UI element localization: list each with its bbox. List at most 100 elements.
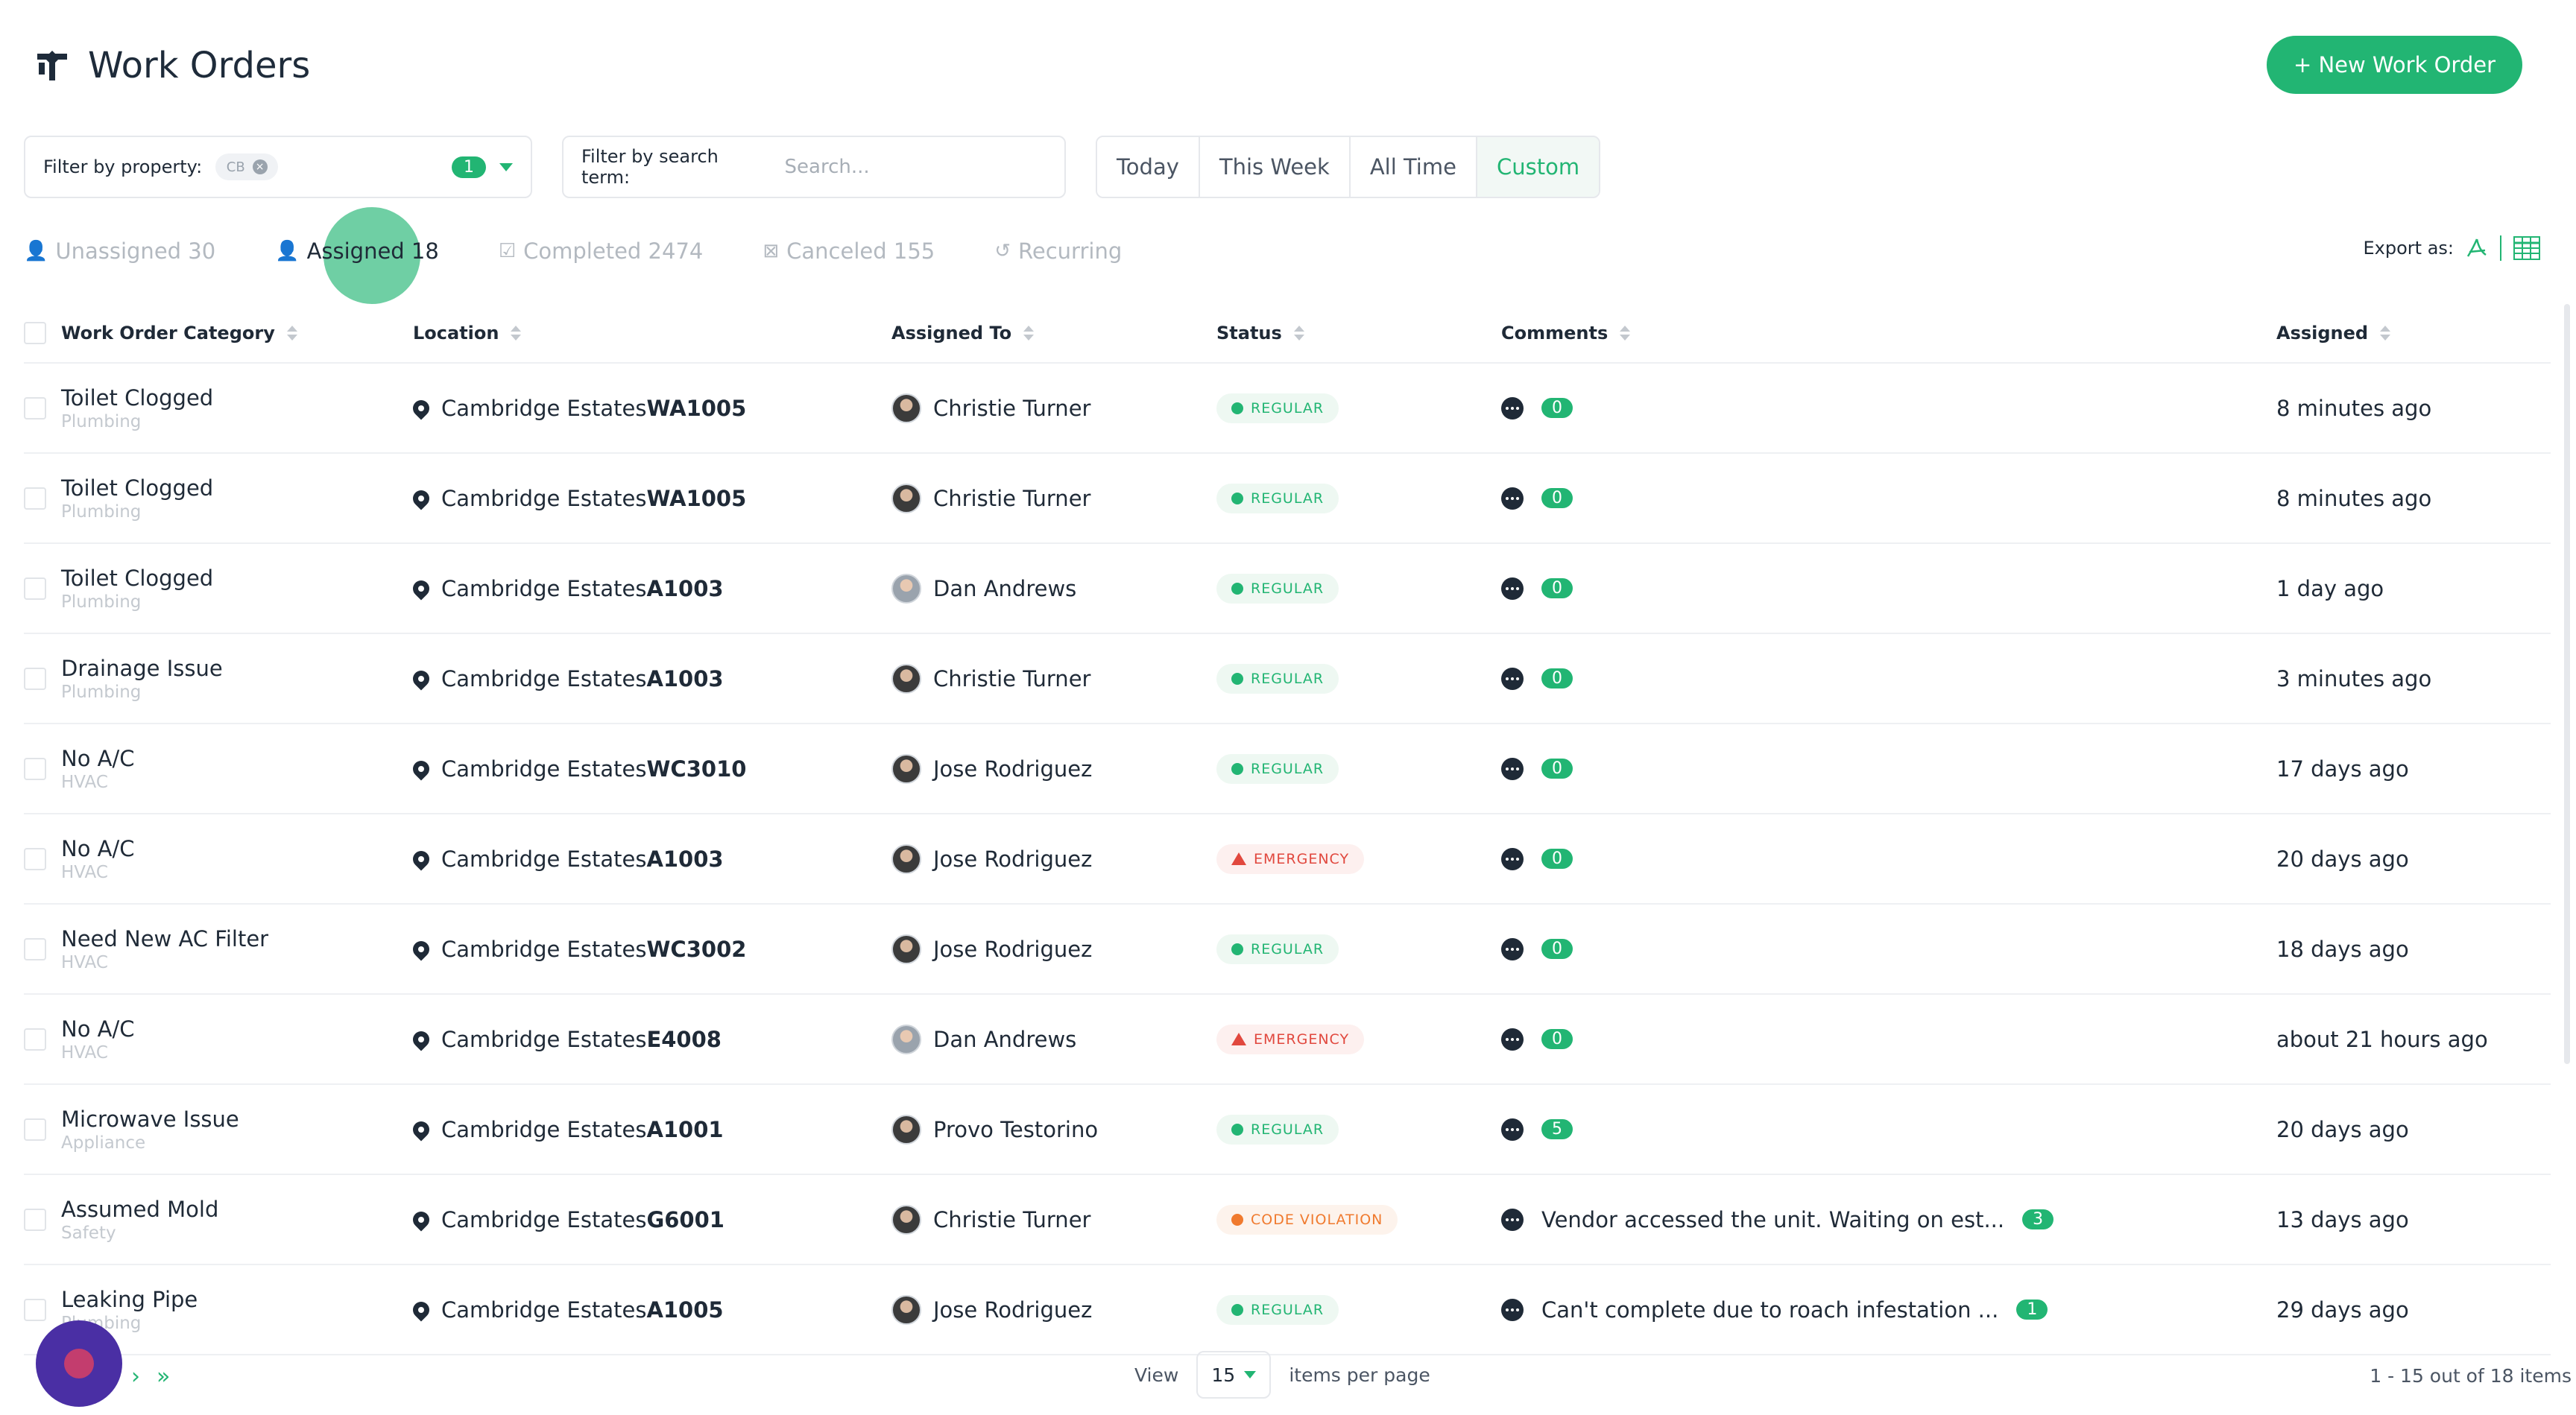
status-label: CODE VIOLATION bbox=[1251, 1211, 1383, 1228]
unit-number: WA1005 bbox=[646, 395, 747, 421]
row-checkbox-cell bbox=[24, 937, 61, 960]
tab-canceled[interactable]: ⊠ Canceled 155 bbox=[763, 238, 935, 264]
comments-cell[interactable]: 0 bbox=[1501, 667, 2276, 690]
sort-icon[interactable] bbox=[2380, 326, 2391, 341]
property-name: Cambridge Estates bbox=[441, 846, 647, 872]
time-range-today[interactable]: Today bbox=[1097, 137, 1200, 197]
select-all-checkbox[interactable] bbox=[24, 322, 46, 344]
column-status[interactable]: Status bbox=[1216, 323, 1501, 344]
category-sub: Plumbing bbox=[61, 682, 142, 702]
search-filter-label: Filter by search term: bbox=[581, 146, 719, 188]
row-checkbox[interactable] bbox=[24, 1298, 46, 1321]
column-assigned-to[interactable]: Assigned To bbox=[891, 323, 1216, 344]
assignee-cell: Christie Turner bbox=[891, 1204, 1216, 1235]
row-checkbox[interactable] bbox=[24, 1118, 46, 1141]
sort-icon[interactable] bbox=[1620, 326, 1631, 341]
scrollbar[interactable] bbox=[2564, 304, 2570, 1064]
table-row[interactable]: Microwave Issue Appliance Cambridge Estate… bbox=[24, 1085, 2551, 1175]
category-name: Assumed Mold bbox=[61, 1196, 219, 1222]
row-checkbox[interactable] bbox=[24, 1208, 46, 1231]
sort-icon[interactable] bbox=[511, 326, 522, 341]
time-range-this-week[interactable]: This Week bbox=[1199, 137, 1351, 197]
avatar bbox=[891, 843, 921, 874]
export-controls: Export as: bbox=[2363, 235, 2540, 261]
sort-icon[interactable] bbox=[1023, 326, 1035, 341]
column-location[interactable]: Location bbox=[413, 323, 891, 344]
new-work-order-button[interactable]: + New Work Order bbox=[2266, 36, 2522, 94]
location-pin-icon bbox=[409, 396, 433, 420]
comment-count-badge: 5 bbox=[1541, 1119, 1573, 1139]
property-name: Cambridge Estates bbox=[441, 395, 647, 421]
chevron-down-icon[interactable] bbox=[499, 162, 513, 171]
per-page-select[interactable]: 15 bbox=[1196, 1351, 1272, 1399]
sort-icon[interactable] bbox=[286, 326, 297, 341]
pdf-icon[interactable] bbox=[2466, 237, 2488, 259]
location-pin-icon bbox=[409, 1117, 433, 1142]
status-dot-icon bbox=[1231, 582, 1243, 595]
table-row[interactable]: Toilet Clogged Plumbing Cambridge EstatesW… bbox=[24, 454, 2551, 544]
row-checkbox[interactable] bbox=[24, 1028, 46, 1051]
remove-chip-icon[interactable]: × bbox=[252, 159, 268, 174]
table-row[interactable]: Leaking Pipe Plumbing Cambridge EstatesA10… bbox=[24, 1265, 2551, 1355]
column-category[interactable]: Work Order Category bbox=[61, 323, 413, 344]
status-dot-icon bbox=[1231, 943, 1243, 955]
column-label: Location bbox=[413, 323, 499, 344]
work-orders-table: Work Order Category Location Assigned To… bbox=[24, 304, 2551, 1355]
table-row[interactable]: No A/C HVAC Cambridge EstatesA1003 Jose Rod… bbox=[24, 814, 2551, 905]
table-row[interactable]: Toilet Clogged Plumbing Cambridge EstatesW… bbox=[24, 364, 2551, 454]
row-checkbox[interactable] bbox=[24, 577, 46, 600]
row-checkbox[interactable] bbox=[24, 396, 46, 420]
comments-cell[interactable]: 0 bbox=[1501, 1028, 2276, 1051]
comments-cell[interactable]: 0 bbox=[1501, 396, 2276, 420]
comments-cell[interactable]: 0 bbox=[1501, 847, 2276, 870]
property-chip-label: CB bbox=[226, 159, 245, 175]
tab-assigned[interactable]: 👤 Assigned 18 bbox=[275, 238, 439, 264]
comments-cell[interactable]: 5 bbox=[1501, 1118, 2276, 1141]
avatar bbox=[891, 934, 921, 964]
table-row[interactable]: No A/C HVAC Cambridge EstatesWC3010 Jose Ro… bbox=[24, 724, 2551, 814]
comments-cell[interactable]: Vendor accessed the unit. Waiting on est… bbox=[1501, 1207, 2276, 1232]
status-dot-icon bbox=[1231, 762, 1243, 775]
table-row[interactable]: Need New AC Filter HVAC Cambridge EstatesW… bbox=[24, 905, 2551, 995]
comments-cell[interactable]: Can't complete due to roach infestation … bbox=[1501, 1297, 2276, 1323]
table-row[interactable]: Assumed Mold Safety Cambridge EstatesG6001… bbox=[24, 1175, 2551, 1265]
row-checkbox[interactable] bbox=[24, 847, 46, 870]
comments-cell[interactable]: 0 bbox=[1501, 757, 2276, 780]
last-page-icon[interactable]: » bbox=[157, 1364, 170, 1390]
table-row[interactable]: Drainage Issue Plumbing Cambridge EstatesA… bbox=[24, 634, 2551, 724]
property-filter[interactable]: Filter by property: CB × 1 bbox=[24, 136, 532, 198]
assignee-cell: Christie Turner bbox=[891, 483, 1216, 513]
tab-recurring[interactable]: ↺ Recurring bbox=[994, 238, 1122, 264]
next-page-icon[interactable]: › bbox=[131, 1364, 140, 1390]
comments-cell[interactable]: 0 bbox=[1501, 577, 2276, 600]
column-comments[interactable]: Comments bbox=[1501, 323, 2276, 344]
export-label: Export as: bbox=[2363, 238, 2455, 259]
tab-unassigned[interactable]: 👤 Unassigned 30 bbox=[24, 238, 215, 264]
table-row[interactable]: Toilet Clogged Plumbing Cambridge EstatesA… bbox=[24, 544, 2551, 634]
time-range-all-time[interactable]: All Time bbox=[1350, 137, 1477, 197]
search-input[interactable] bbox=[784, 156, 1046, 178]
column-assigned[interactable]: Assigned bbox=[2276, 323, 2530, 344]
user-icon: 👤 bbox=[275, 240, 300, 262]
row-checkbox[interactable] bbox=[24, 937, 46, 960]
sort-icon[interactable] bbox=[1293, 326, 1304, 341]
spreadsheet-icon[interactable] bbox=[2513, 236, 2540, 260]
row-checkbox[interactable] bbox=[24, 667, 46, 690]
time-range-custom[interactable]: Custom bbox=[1477, 137, 1600, 197]
tab-completed[interactable]: ☑ Completed 2474 bbox=[499, 238, 704, 264]
comments-cell[interactable]: 0 bbox=[1501, 487, 2276, 510]
chat-icon bbox=[64, 1349, 94, 1378]
row-checkbox[interactable] bbox=[24, 487, 46, 510]
comments-cell[interactable]: 0 bbox=[1501, 937, 2276, 960]
property-chip[interactable]: CB × bbox=[215, 153, 279, 180]
chat-launcher-button[interactable] bbox=[36, 1320, 122, 1407]
status-dot-icon bbox=[1231, 492, 1243, 504]
row-checkbox[interactable] bbox=[24, 757, 46, 780]
status-label: REGULAR bbox=[1251, 940, 1325, 957]
table-row[interactable]: No A/C HVAC Cambridge EstatesE4008 Dan Andr… bbox=[24, 995, 2551, 1085]
location-text: Cambridge EstatesWC3002 bbox=[441, 937, 746, 962]
assignee-name: Christie Turner bbox=[933, 665, 1091, 691]
location-text: Cambridge EstatesWC3010 bbox=[441, 756, 746, 782]
category-sub: Safety bbox=[61, 1223, 116, 1243]
category-name: Need New AC Filter bbox=[61, 925, 269, 952]
